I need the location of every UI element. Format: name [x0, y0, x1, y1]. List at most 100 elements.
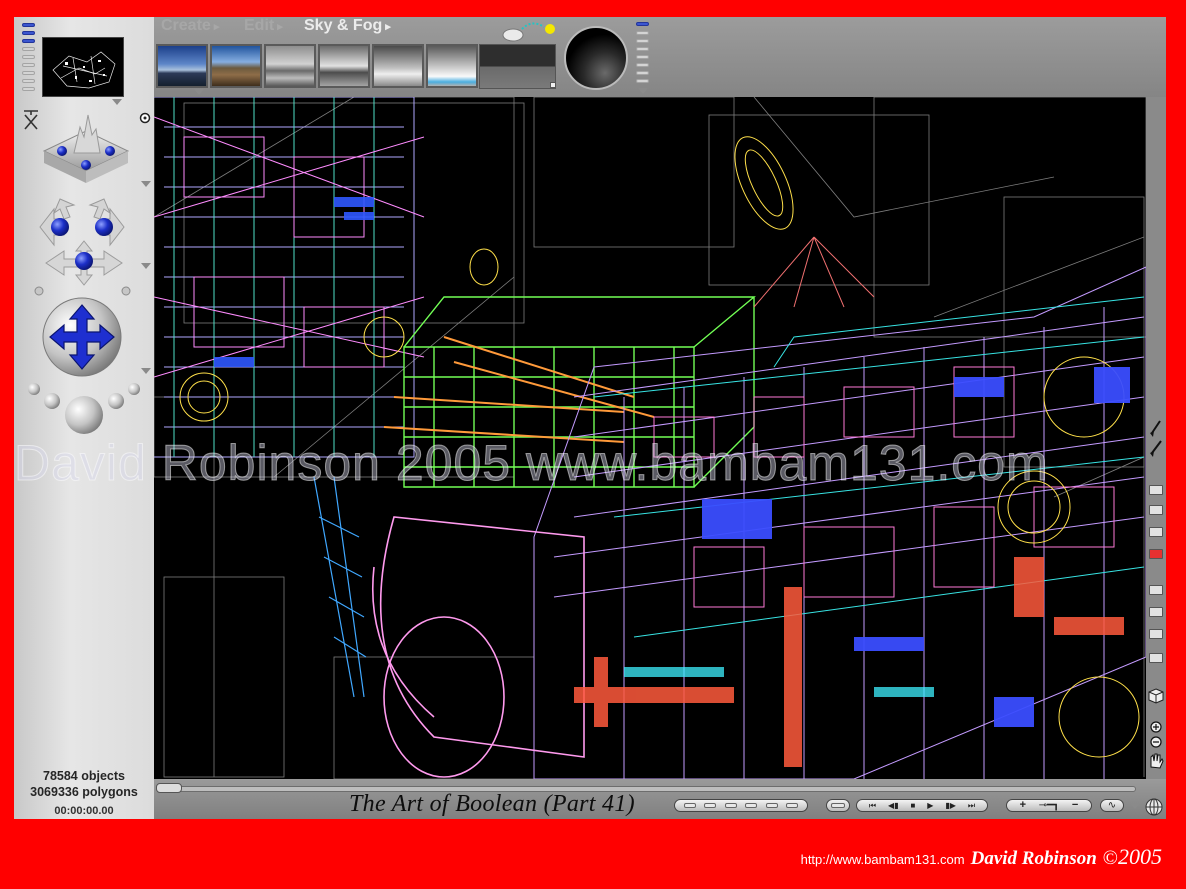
- step-back-icon[interactable]: ◀▮: [888, 800, 899, 811]
- tab-sky-fog-label: Sky & Fog: [304, 17, 383, 34]
- fog-swatch[interactable]: [550, 82, 556, 88]
- navigation-tools: [1150, 721, 1164, 769]
- memory-slot[interactable]: [765, 803, 778, 808]
- chevron-right-icon: ▸: [213, 21, 220, 33]
- display-text-button[interactable]: [1149, 607, 1163, 617]
- cube-icon[interactable]: [1148, 687, 1164, 705]
- camera-target-icon[interactable]: [138, 111, 152, 125]
- view-menu-arrow[interactable]: [141, 181, 151, 187]
- polygon-count: 3069336 polygons: [30, 785, 138, 799]
- memory-dot[interactable]: [636, 22, 649, 26]
- memory-dot[interactable]: [636, 47, 649, 51]
- right-tool-strip: [1146, 97, 1166, 779]
- trackball-icon[interactable]: [40, 295, 126, 381]
- memory-dot[interactable]: [636, 39, 649, 43]
- globe-icon[interactable]: [1144, 797, 1164, 817]
- add-key-icon[interactable]: +: [1020, 800, 1026, 811]
- signature-footer: http://www.bambam131.com David Robinson ©2…: [801, 844, 1162, 870]
- paint-brush-icon[interactable]: [1148, 419, 1164, 459]
- bryce-application-window: 78584 objects 3069336 polygons 00:00:00.…: [14, 17, 1166, 819]
- display-list-button[interactable]: [1149, 629, 1163, 639]
- bottom-toolbar: The Art of Boolean (Part 41) ⏮ ◀▮ ■ ▶ ▮▶…: [154, 779, 1166, 819]
- timeline-scrubber[interactable]: [156, 783, 182, 793]
- sky-presets-menu-arrow[interactable]: [194, 89, 204, 95]
- render-button[interactable]: [1149, 549, 1163, 559]
- keyframe-mode-button[interactable]: [826, 799, 850, 812]
- tab-sky-fog[interactable]: Sky & Fog ▸: [304, 17, 391, 35]
- sky-preset-2[interactable]: [210, 44, 262, 88]
- sun-control-ball[interactable]: [564, 26, 628, 90]
- tab-edit-label: Edit: [244, 17, 275, 34]
- display-mode-button[interactable]: [22, 79, 35, 83]
- memory-dot[interactable]: [636, 55, 649, 59]
- artwork-title: The Art of Boolean (Part 41): [349, 791, 635, 817]
- website-url[interactable]: http://www.bambam131.com: [801, 852, 965, 867]
- memory-slot[interactable]: [704, 803, 717, 808]
- key-icon[interactable]: ⊸━┓: [1039, 800, 1059, 811]
- copyright-year: 2005: [1118, 844, 1162, 869]
- remove-key-icon[interactable]: −: [1072, 800, 1078, 811]
- moon-path-icon[interactable]: [521, 22, 545, 30]
- fog-haze-panel[interactable]: [479, 44, 556, 89]
- cloud-icon[interactable]: [502, 28, 524, 42]
- tab-create[interactable]: Create ▸: [161, 17, 219, 35]
- sky-mode-icons: [502, 22, 555, 42]
- memory-menu-arrow[interactable]: [638, 88, 648, 94]
- play-icon[interactable]: ▶: [927, 800, 933, 811]
- memory-dot[interactable]: [636, 71, 649, 75]
- nano-preview-thumbnail[interactable]: [42, 37, 124, 97]
- display-mode-button[interactable]: [22, 31, 35, 35]
- sky-preset-3[interactable]: [264, 44, 316, 88]
- render-mode-button[interactable]: [1149, 527, 1163, 537]
- keyframe-controls: + ⊸━┓ −: [1006, 799, 1092, 812]
- display-down-button[interactable]: [1149, 653, 1163, 663]
- motion-curve-button[interactable]: ∿: [1100, 799, 1124, 812]
- move-menu-arrow[interactable]: [141, 263, 151, 269]
- display-mode-button[interactable]: [22, 39, 35, 43]
- animation-timeline[interactable]: [158, 786, 1136, 792]
- animation-memory-slots[interactable]: [674, 799, 808, 812]
- tab-edit[interactable]: Edit ▸: [244, 17, 283, 35]
- stop-icon[interactable]: ■: [911, 800, 916, 811]
- sun-icon[interactable]: [545, 24, 555, 34]
- sky-preset-6[interactable]: [426, 44, 478, 88]
- sky-preset-5[interactable]: [372, 44, 424, 88]
- memory-dot[interactable]: [636, 63, 649, 67]
- author-name: David Robinson: [970, 848, 1097, 869]
- timeline-menu-arrow[interactable]: [1130, 803, 1140, 809]
- skip-end-icon[interactable]: ⏭: [968, 800, 975, 811]
- hand-pan-icon[interactable]: [1150, 753, 1164, 769]
- preview-menu-arrow[interactable]: [112, 99, 122, 105]
- memory-slot[interactable]: [786, 803, 799, 808]
- render-mode-button[interactable]: [1149, 485, 1163, 495]
- object-count: 78584 objects: [43, 769, 125, 783]
- camera-mode-balls[interactable]: [20, 373, 148, 437]
- film-icon: [831, 803, 845, 808]
- display-mode-button[interactable]: [22, 87, 35, 91]
- sky-preset-1[interactable]: [156, 44, 208, 88]
- skip-start-icon[interactable]: ⏮: [869, 800, 876, 811]
- display-mode-button[interactable]: [22, 71, 35, 75]
- camera-view-control[interactable]: [36, 109, 136, 195]
- display-mode-button[interactable]: [22, 63, 35, 67]
- chevron-right-icon: ▸: [277, 21, 283, 33]
- display-mode-button[interactable]: [22, 55, 35, 59]
- move-arrows-icon[interactable]: [24, 239, 144, 297]
- 3d-viewport[interactable]: [154, 97, 1146, 779]
- display-lines-button[interactable]: [1149, 585, 1163, 595]
- memory-slot[interactable]: [745, 803, 758, 808]
- memory-slot[interactable]: [724, 803, 737, 808]
- memory-dot[interactable]: [636, 79, 649, 83]
- left-control-panel: 78584 objects 3069336 polygons 00:00:00.…: [14, 17, 154, 819]
- display-mode-button[interactable]: [22, 23, 35, 27]
- render-mode-button[interactable]: [1149, 505, 1163, 515]
- preview-wireframe: [52, 51, 116, 89]
- chevron-right-icon: ▸: [385, 21, 391, 33]
- display-mode-button[interactable]: [22, 47, 35, 51]
- memory-dot[interactable]: [636, 31, 649, 35]
- playback-controls: ⏮ ◀▮ ■ ▶ ▮▶ ⏭: [856, 799, 988, 812]
- sky-preset-4[interactable]: [318, 44, 370, 88]
- step-forward-icon[interactable]: ▮▶: [945, 800, 956, 811]
- memory-slot[interactable]: [683, 803, 696, 808]
- top-toolbar: Create ▸ Edit ▸ Sky & Fog ▸: [154, 17, 1166, 97]
